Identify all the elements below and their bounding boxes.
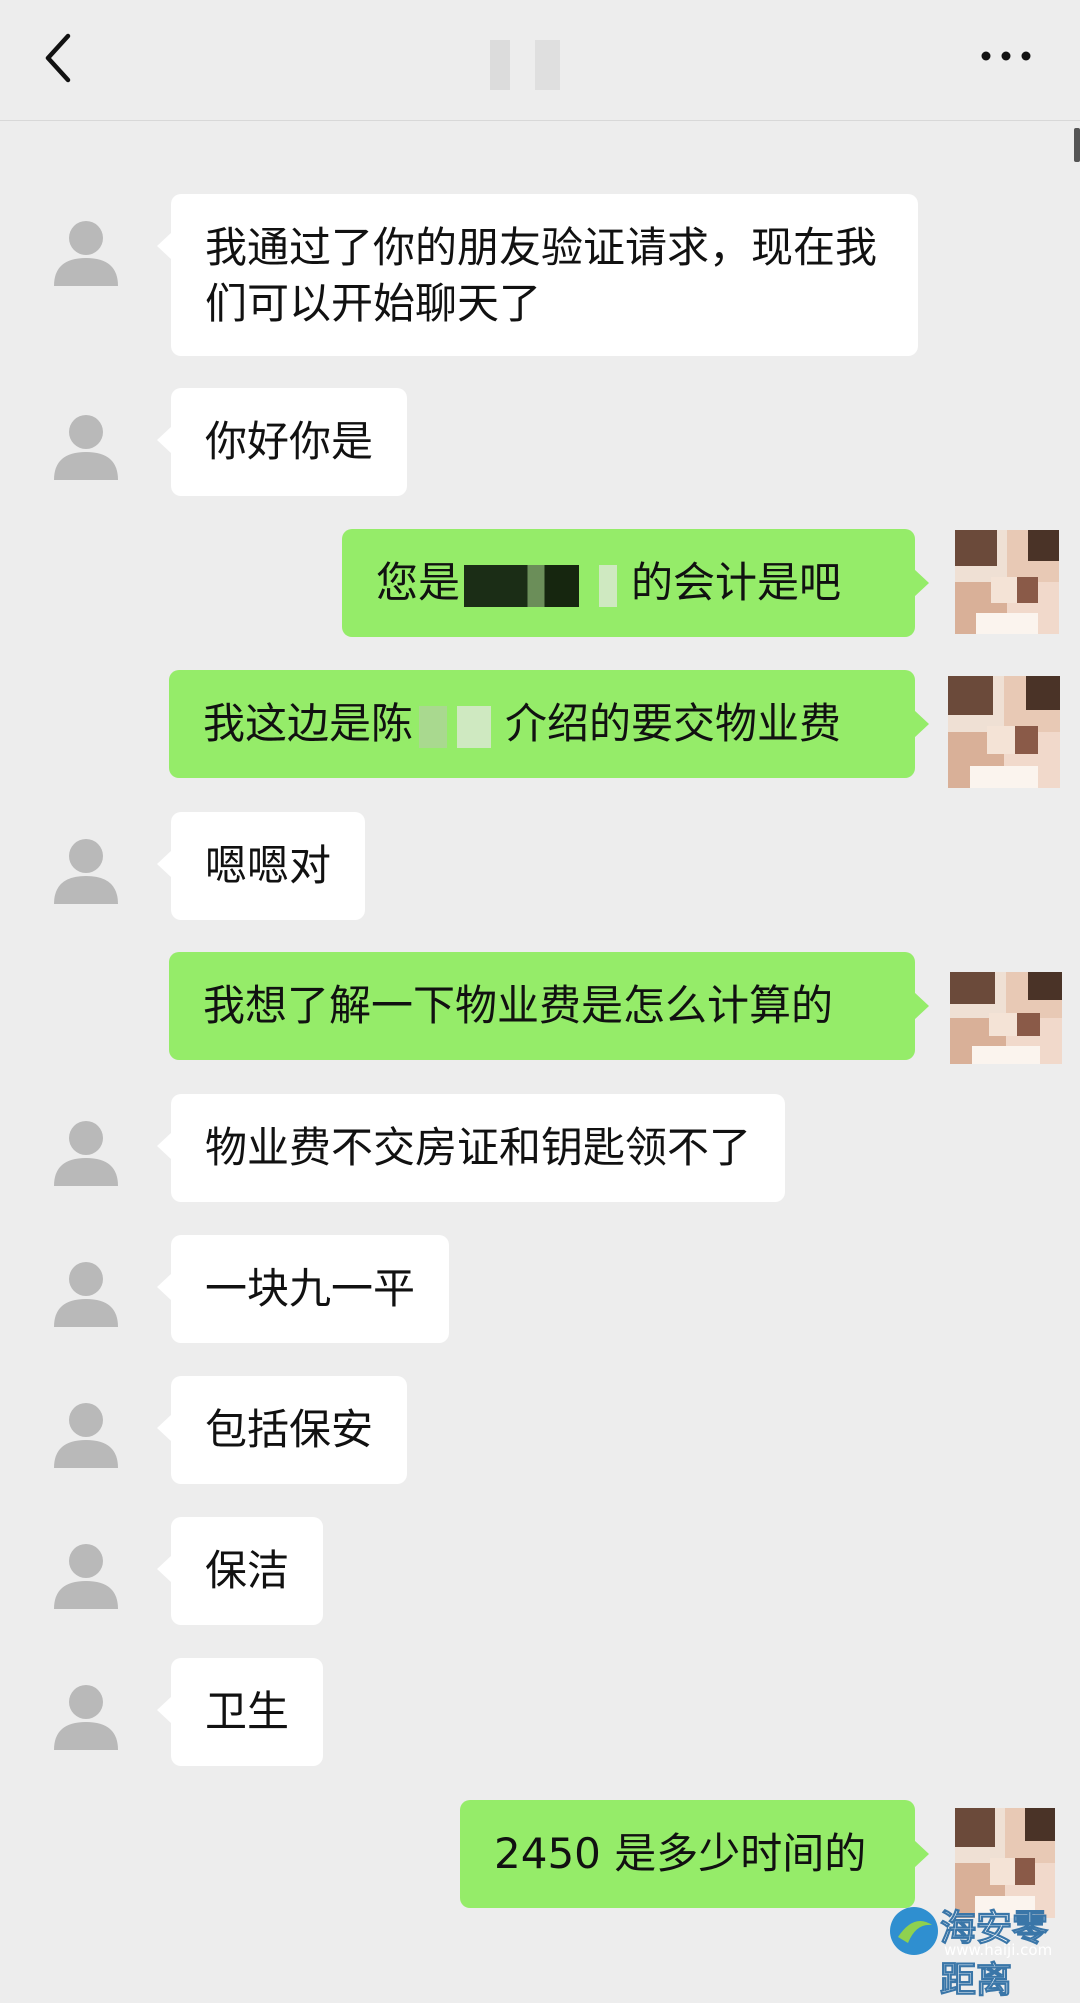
- watermark-url: www.haiji.com: [944, 1941, 1053, 1959]
- user-avatar-photo[interactable]: [950, 972, 1062, 1064]
- outgoing-message-bubble[interactable]: 2450 是多少时间的: [460, 1800, 929, 1908]
- message-text-part: 介绍的要交物业费: [505, 699, 842, 748]
- default-avatar-icon[interactable]: [50, 408, 122, 480]
- default-avatar-icon[interactable]: [50, 1537, 122, 1609]
- incoming-message-bubble[interactable]: 一块九一平: [156, 1235, 450, 1343]
- outgoing-message-bubble[interactable]: 我想了解一下物业费是怎么计算的: [169, 952, 929, 1060]
- message-text-part: 的会计是吧: [631, 558, 842, 607]
- outgoing-message-bubble[interactable]: 您是 的会计是吧: [342, 529, 929, 637]
- more-dots-icon[interactable]: [976, 36, 1036, 76]
- chevron-left-icon[interactable]: [40, 30, 80, 86]
- default-avatar-icon[interactable]: [50, 832, 122, 904]
- chat-title-redacted: [490, 40, 580, 90]
- redacted-text: [464, 564, 580, 607]
- redacted-text: [457, 705, 492, 748]
- scroll-indicator[interactable]: [1074, 128, 1080, 162]
- watermark-logo-icon: [890, 1907, 938, 1955]
- incoming-message-bubble[interactable]: 我通过了你的朋友验证请求，现在我们可以开始聊天了: [157, 194, 918, 356]
- default-avatar-icon[interactable]: [50, 1678, 122, 1750]
- user-avatar-photo[interactable]: [948, 676, 1060, 788]
- user-avatar-photo[interactable]: [955, 530, 1059, 634]
- default-avatar-icon[interactable]: [50, 1396, 122, 1468]
- incoming-message-bubble[interactable]: 保洁: [156, 1517, 324, 1625]
- incoming-message-bubble[interactable]: 物业费不交房证和钥匙领不了: [156, 1094, 786, 1202]
- default-avatar-icon[interactable]: [50, 1114, 122, 1186]
- redacted-text: [599, 564, 618, 607]
- incoming-message-bubble[interactable]: 你好你是: [156, 388, 408, 496]
- top-bar: [0, 0, 1080, 121]
- default-avatar-icon[interactable]: [50, 1255, 122, 1327]
- site-watermark: 海安零距离 www.haiji.com: [886, 1895, 1076, 2002]
- incoming-message-bubble[interactable]: 卫生: [156, 1658, 324, 1766]
- incoming-message-bubble[interactable]: 嗯嗯对: [156, 812, 366, 920]
- message-text-part: 我这边是陈: [203, 699, 414, 748]
- redacted-text: [419, 705, 448, 748]
- default-avatar-icon[interactable]: [50, 214, 122, 286]
- outgoing-message-bubble[interactable]: 我这边是陈 介绍的要交物业费: [169, 670, 929, 778]
- incoming-message-bubble[interactable]: 包括保安: [156, 1376, 408, 1484]
- message-text-part: 您是: [376, 558, 461, 607]
